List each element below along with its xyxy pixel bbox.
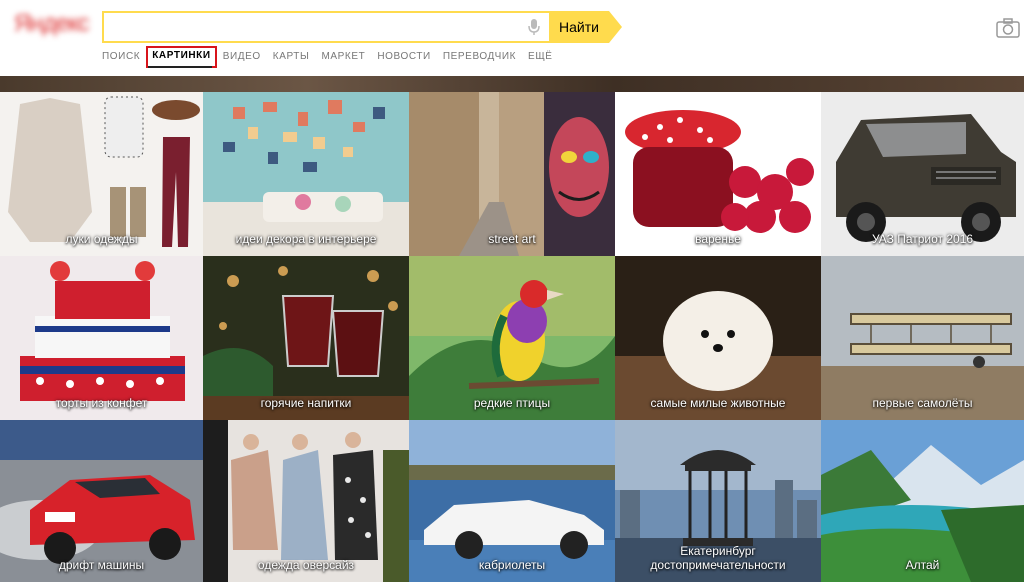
tile-convertibles[interactable]: кабриолеты bbox=[409, 420, 615, 582]
tile-candy-cake[interactable]: торты из конфет bbox=[0, 256, 203, 420]
find-button-arrow[interactable] bbox=[609, 11, 622, 43]
nav-translator[interactable]: ПЕРЕВОДЧИК bbox=[443, 50, 516, 68]
active-tab-underline bbox=[148, 66, 212, 68]
nav-more[interactable]: ЕЩЁ bbox=[528, 50, 553, 68]
image-grid: луки одежды идеи декора в интерьере stre… bbox=[0, 92, 1024, 582]
nav-maps[interactable]: КАРТЫ bbox=[273, 50, 310, 68]
tile-altai[interactable]: Алтай bbox=[821, 420, 1024, 582]
nav-images[interactable]: КАРТИНКИ bbox=[146, 46, 217, 68]
tile-label: первые самолёты bbox=[872, 396, 973, 410]
tile-suv[interactable]: УАЗ Патриот 2016 bbox=[821, 92, 1024, 256]
header: Яндекс Найти ПОИСК КАРТИНКИ ВИДЕО КАРТЫ … bbox=[0, 0, 1024, 76]
tile-street-art[interactable]: street art bbox=[409, 92, 615, 256]
tile-label: УАЗ Патриот 2016 bbox=[871, 232, 974, 246]
tile-label: идеи декора в интерьере bbox=[235, 232, 377, 246]
microphone-icon[interactable] bbox=[527, 18, 541, 36]
tile-label-line2: достопримечательности bbox=[650, 558, 786, 572]
tile-ekaterinburg[interactable]: Екатеринбург достопримечательности bbox=[615, 420, 821, 582]
search-input[interactable] bbox=[102, 11, 549, 43]
tile-hot-drinks[interactable]: горячие напитки bbox=[203, 256, 409, 420]
tile-label: street art bbox=[488, 232, 536, 246]
yandex-logo[interactable]: Яндекс bbox=[14, 10, 90, 40]
tile-label-line1: Екатеринбург bbox=[680, 544, 756, 558]
tile-label: Алтай bbox=[905, 558, 940, 572]
tile-label: редкие птицы bbox=[473, 396, 551, 410]
tile-clothing[interactable]: луки одежды bbox=[0, 92, 203, 256]
banner-strip bbox=[0, 76, 1024, 92]
tile-oversize[interactable]: одежда оверсайз bbox=[203, 420, 409, 582]
tile-interior[interactable]: идеи декора в интерьере bbox=[203, 92, 409, 256]
tile-label: Екатеринбург достопримечательности bbox=[615, 544, 821, 572]
tile-jam[interactable]: варенье bbox=[615, 92, 821, 256]
nav-video[interactable]: ВИДЕО bbox=[223, 50, 261, 68]
nav-search[interactable]: ПОИСК bbox=[102, 50, 140, 68]
tile-label: одежда оверсайз bbox=[257, 558, 355, 572]
tile-label: кабриолеты bbox=[478, 558, 546, 572]
tile-label: дрифт машины bbox=[58, 558, 145, 572]
find-button[interactable]: Найти bbox=[549, 11, 609, 43]
tile-label: самые милые животные bbox=[650, 396, 786, 410]
tile-label: горячие напитки bbox=[260, 396, 352, 410]
search-bar: Найти bbox=[102, 11, 622, 43]
tile-first-planes[interactable]: первые самолёты bbox=[821, 256, 1024, 420]
nav-news[interactable]: НОВОСТИ bbox=[377, 50, 431, 68]
camera-icon[interactable] bbox=[996, 18, 1020, 38]
tile-label: варенье bbox=[695, 232, 741, 246]
tile-drift-cars[interactable]: дрифт машины bbox=[0, 420, 203, 582]
tile-label: луки одежды bbox=[65, 232, 138, 246]
nav-market[interactable]: МАРКЕТ bbox=[321, 50, 365, 68]
tile-cute-animals[interactable]: самые милые животные bbox=[615, 256, 821, 420]
tile-label: торты из конфет bbox=[55, 396, 148, 410]
tile-rare-bird[interactable]: редкие птицы bbox=[409, 256, 615, 420]
